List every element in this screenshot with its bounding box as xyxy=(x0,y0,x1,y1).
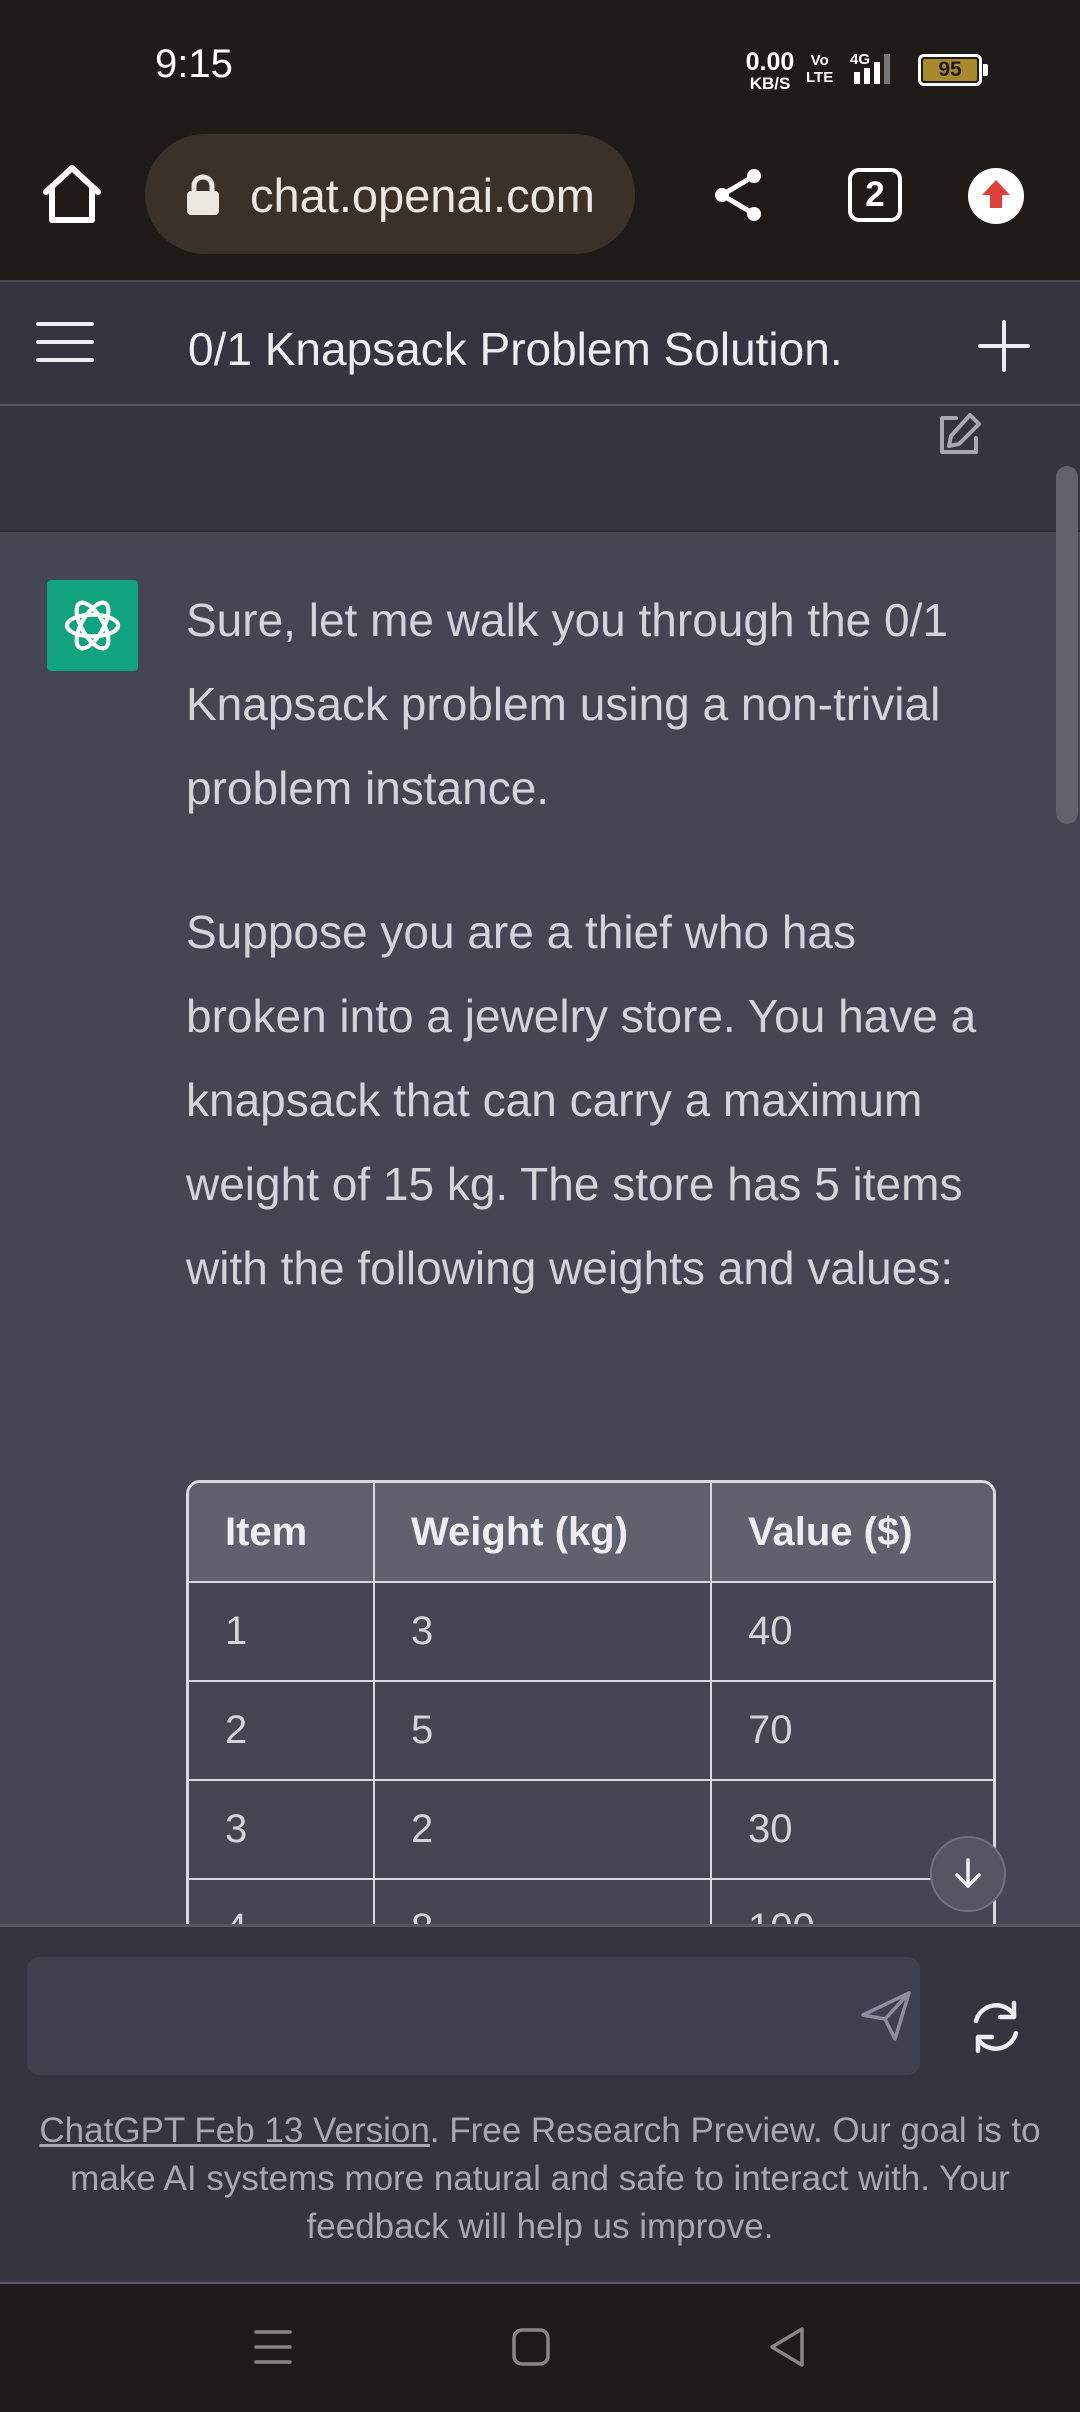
hamburger-menu-icon[interactable] xyxy=(34,318,96,366)
browser-toolbar: chat.openai.com 2 xyxy=(0,130,1080,280)
table-cell: 8 xyxy=(373,1878,712,1924)
edit-icon[interactable] xyxy=(934,410,984,460)
table-cell: 5 xyxy=(373,1680,712,1781)
table-cell: 70 xyxy=(710,1680,993,1781)
update-arrow-icon[interactable] xyxy=(968,168,1024,224)
send-icon[interactable] xyxy=(857,1987,915,2045)
table-row: 3 2 30 xyxy=(189,1779,993,1880)
url-text: chat.openai.com xyxy=(250,169,595,222)
home-button-icon[interactable] xyxy=(510,2326,552,2368)
table-cell: 2 xyxy=(189,1680,375,1781)
status-time: 9:15 xyxy=(155,42,233,86)
table-cell: 3 xyxy=(373,1581,712,1682)
column-header-item: Item xyxy=(189,1483,375,1583)
version-link[interactable]: ChatGPT Feb 13 Version xyxy=(39,2111,429,2150)
table-cell: 4 xyxy=(189,1878,375,1924)
network-speed-value: 0.00 xyxy=(745,48,795,76)
composer: ChatGPT Feb 13 Version. Free Research Pr… xyxy=(0,1924,1080,2282)
back-icon[interactable] xyxy=(766,2324,808,2370)
network-speed: 0.00 KB/S xyxy=(740,48,800,93)
message-input[interactable] xyxy=(27,1957,827,2075)
message-input-container[interactable] xyxy=(27,1957,920,2075)
table-cell: 40 xyxy=(710,1581,993,1682)
table-header-row: Item Weight (kg) Value ($) xyxy=(189,1483,993,1583)
column-header-value: Value ($) xyxy=(710,1483,993,1583)
openai-logo-icon xyxy=(47,580,138,671)
lock-icon xyxy=(185,174,221,216)
status-bar: 9:15 0.00 KB/S Vo LTE 4G 95 xyxy=(0,0,1080,130)
tab-switcher-button[interactable]: 2 xyxy=(848,168,902,222)
battery-icon: 95 xyxy=(918,54,988,86)
column-header-weight: Weight (kg) xyxy=(373,1483,712,1583)
scrollbar-thumb[interactable] xyxy=(1056,466,1078,824)
volte-indicator: Vo LTE xyxy=(806,52,834,86)
table-cell: 2 xyxy=(373,1779,712,1880)
table-cell: 3 xyxy=(189,1779,375,1880)
arrow-down-icon[interactable] xyxy=(930,1836,1006,1912)
battery-level: 95 xyxy=(923,58,977,81)
signal-icon: 4G xyxy=(840,50,896,86)
network-type-label: 4G xyxy=(850,51,870,68)
share-icon[interactable] xyxy=(710,166,768,224)
address-bar[interactable]: chat.openai.com xyxy=(145,134,635,254)
table-row: 4 8 100 xyxy=(189,1878,993,1924)
table-row: 1 3 40 xyxy=(189,1581,993,1682)
table-row: 2 5 70 xyxy=(189,1680,993,1781)
refresh-icon[interactable] xyxy=(966,1997,1026,2057)
screen: 9:15 0.00 KB/S Vo LTE 4G 95 chat.openai.… xyxy=(0,0,1080,2412)
network-speed-unit: KB/S xyxy=(749,74,791,93)
home-icon[interactable] xyxy=(38,160,106,228)
conversation-area[interactable]: Sure, let me walk you through the 0/1 Kn… xyxy=(0,406,1080,1924)
recents-icon[interactable] xyxy=(252,2326,294,2368)
plus-icon[interactable] xyxy=(976,318,1032,374)
table-cell: 1 xyxy=(189,1581,375,1682)
items-table: Item Weight (kg) Value ($) 1 3 40 2 5 70 xyxy=(186,1480,996,1924)
user-message-row xyxy=(0,406,1080,532)
conversation-title: 0/1 Knapsack Problem Solution. xyxy=(188,323,843,375)
footnote: ChatGPT Feb 13 Version. Free Research Pr… xyxy=(30,2107,1050,2251)
chat-header: 0/1 Knapsack Problem Solution. xyxy=(0,280,1080,406)
system-navigation-bar xyxy=(0,2282,1080,2412)
assistant-paragraph-1: Sure, let me walk you through the 0/1 Kn… xyxy=(186,594,948,814)
assistant-paragraph-2: Suppose you are a thief who has broken i… xyxy=(186,906,977,1294)
